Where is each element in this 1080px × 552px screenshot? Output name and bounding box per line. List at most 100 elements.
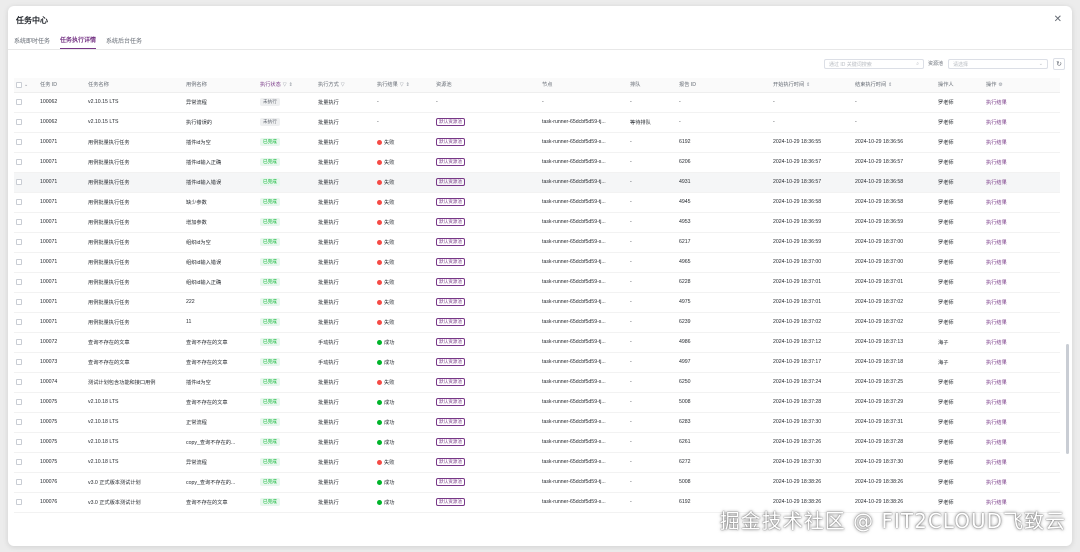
table-row[interactable]: 100071 用例批量执行任务 组织id为空 已完成 批量执行 失败 默认资源池 task-r… [14, 232, 1060, 253]
column-header-7: 节点 [540, 78, 628, 93]
table-row[interactable]: 100071 用例批量执行任务 222 已完成 批量执行 失败 默认资源池 task-runn… [14, 292, 1060, 313]
row-checkbox[interactable] [16, 478, 22, 485]
cell-text: v2.10.18 LTS [88, 459, 119, 465]
view-result-link[interactable]: 执行结果 [986, 440, 1007, 446]
cell-text: 2024-10-29 18:37:18 [855, 359, 904, 365]
tab-0[interactable]: 系统即时任务 [14, 36, 50, 49]
row-checkbox[interactable] [16, 298, 22, 305]
cell-text: 批量执行 [318, 99, 339, 106]
table-row[interactable]: 100062 v2.10.15 LTS 异常流程 未执行 批量执行 - - - - - - - 罗老师 执… [14, 92, 1060, 113]
view-result-link[interactable]: 执行结果 [986, 120, 1007, 126]
table-row[interactable]: 100062 v2.10.15 LTS 执行错误的 未执行 批量执行 - 默认资源池 task… [14, 112, 1060, 133]
row-checkbox[interactable] [16, 138, 22, 145]
table-row[interactable]: 100071 用例批量执行任务 组织id输入错误 已完成 批量执行 失败 默认资源池 task… [14, 252, 1060, 273]
row-checkbox[interactable] [16, 178, 22, 185]
table-row[interactable]: 100075 v2.10.18 LTS 正常流程 已完成 批量执行 成功 默认资源池 task… [14, 412, 1060, 433]
table-row[interactable]: 100071 用例批量执行任务 插件id输入正确 已完成 批量执行 失败 默认资源池 task… [14, 152, 1060, 173]
sort-icon[interactable]: ⇕ [888, 82, 892, 88]
row-select-cell [14, 492, 38, 513]
row-checkbox[interactable] [16, 218, 22, 225]
table-row[interactable]: 100075 v2.10.18 LTS copy_查询不存在的... 已完成 批量执行 成… [14, 432, 1060, 453]
filter-icon[interactable]: ▽ [400, 82, 404, 88]
search-input[interactable]: 通过 ID 关键词搜索 ⌕ [824, 59, 924, 69]
table-row[interactable]: 100071 用例批量执行任务 11 已完成 批量执行 失败 默认资源池 task-runne… [14, 312, 1060, 333]
table-cell: 批量执行 [316, 92, 375, 113]
view-result-link[interactable]: 执行结果 [986, 380, 1007, 386]
view-result-link[interactable]: 执行结果 [986, 160, 1007, 166]
table-row[interactable]: 100071 用例批量执行任务 增加参数 已完成 批量执行 失败 默认资源池 task-run… [14, 212, 1060, 233]
filter-icon[interactable]: ▽ [341, 82, 345, 88]
table-row[interactable]: 100071 用例批量执行任务 缺少参数 已完成 批量执行 失败 默认资源池 task-run… [14, 192, 1060, 213]
tab-2[interactable]: 系统后台任务 [106, 36, 142, 49]
chevron-down-icon[interactable]: ⌄ [24, 82, 28, 88]
filter-icon[interactable]: ▽ [283, 82, 287, 88]
table-cell: 执行结果 [984, 272, 1060, 293]
view-result-link[interactable]: 执行结果 [986, 140, 1007, 146]
row-checkbox[interactable] [16, 398, 22, 405]
table-row[interactable]: 100074 测试计划包含功能和接口用例 插件id为空 已完成 批量执行 失败 默认资源池 t… [14, 372, 1060, 393]
table-row[interactable]: 100071 用例批量执行任务 插件id为空 已完成 批量执行 失败 默认资源池 task-r… [14, 132, 1060, 153]
view-result-link[interactable]: 执行结果 [986, 100, 1007, 106]
table-row[interactable]: 100075 v2.10.18 LTS 查询不存在的文章 已完成 批量执行 成功 默认资源池… [14, 392, 1060, 413]
sort-icon[interactable]: ⇕ [806, 82, 810, 88]
table-row[interactable]: 100076 v3.0 正式版本测试计划 copy_查询不存在的... 已完成 批量执行… [14, 472, 1060, 493]
table-cell: 组织id输入正确 [184, 272, 258, 293]
view-result-link[interactable]: 执行结果 [986, 280, 1007, 286]
scrollbar[interactable] [1066, 344, 1069, 454]
view-result-link[interactable]: 执行结果 [986, 240, 1007, 246]
row-checkbox[interactable] [16, 358, 22, 365]
table-header: ⌄ 任务 ID 任务名称 用例名称 执行状态 ▽ ⇕ 执行方式 ▽ 执行结果 ▽ ⇕ 资源池 节点 排队 报告… [14, 78, 1060, 93]
view-result-link[interactable]: 执行结果 [986, 420, 1007, 426]
table-row[interactable]: 100071 用例批量执行任务 组织id输入正确 已完成 批量执行 失败 默认资源池 task… [14, 272, 1060, 293]
pool-placeholder: 请选择 [953, 61, 969, 68]
table-row[interactable]: 100073 查询不存在的文章 查询不存在的文章 已完成 手动执行 成功 默认资源池 task… [14, 352, 1060, 373]
row-checkbox[interactable] [16, 318, 22, 325]
view-result-link[interactable]: 执行结果 [986, 260, 1007, 266]
view-result-link[interactable]: 执行结果 [986, 180, 1007, 186]
column-header-label: 任务 ID [40, 82, 58, 89]
row-checkbox[interactable] [16, 418, 22, 425]
row-checkbox[interactable] [16, 338, 22, 345]
table-row[interactable]: 100071 用例批量执行任务 插件id输入错误 已完成 批量执行 失败 默认资源池 task… [14, 172, 1060, 193]
table-row[interactable]: 100075 v2.10.18 LTS 异常流程 已完成 批量执行 失败 默认资源池 task… [14, 452, 1060, 473]
view-result-link[interactable]: 执行结果 [986, 220, 1007, 226]
tab-bar: 系统即时任务 任务执行详情 系统后台任务 [8, 34, 1072, 50]
sort-icon[interactable]: ⇕ [289, 82, 293, 88]
view-result-link[interactable]: 执行结果 [986, 340, 1007, 346]
sort-icon[interactable]: ⇕ [406, 82, 410, 88]
table-cell: 用例批量执行任务 [86, 212, 184, 233]
cell-text: 2024-10-29 18:38:26 [773, 479, 822, 485]
row-checkbox[interactable] [16, 278, 22, 285]
column-header-4: 执行方式 ▽ [316, 78, 375, 93]
cell-text: - [630, 259, 632, 265]
view-result-link[interactable]: 执行结果 [986, 480, 1007, 486]
view-result-link[interactable]: 执行结果 [986, 360, 1007, 366]
row-checkbox[interactable] [16, 438, 22, 445]
cell-text: 2024-10-29 18:37:17 [773, 359, 822, 365]
gear-icon[interactable]: ⚙ [998, 82, 1002, 88]
row-checkbox[interactable] [16, 158, 22, 165]
row-checkbox[interactable] [16, 198, 22, 205]
row-checkbox[interactable] [16, 238, 22, 245]
row-checkbox[interactable] [16, 378, 22, 385]
tab-1[interactable]: 任务执行详情 [60, 35, 97, 49]
row-checkbox[interactable] [16, 98, 22, 105]
select-all-checkbox[interactable] [16, 81, 22, 88]
row-checkbox[interactable] [16, 118, 22, 125]
table-row[interactable]: 100072 查询不存在的文章 查询不存在的文章 已完成 手动执行 成功 默认资源池 task… [14, 332, 1060, 353]
refresh-button[interactable]: ↻ [1053, 58, 1065, 70]
row-checkbox[interactable] [16, 458, 22, 465]
table-cell: 查询不存在的文章 [184, 352, 258, 373]
column-header-12: 操作人 [936, 78, 984, 93]
view-result-link[interactable]: 执行结果 [986, 200, 1007, 206]
row-checkbox[interactable] [16, 498, 22, 505]
table-cell: 查询不存在的文章 [86, 332, 184, 353]
row-checkbox[interactable] [16, 258, 22, 265]
view-result-link[interactable]: 执行结果 [986, 460, 1007, 466]
pool-select[interactable]: 请选择 ⌄ [948, 59, 1048, 69]
close-icon[interactable]: ✕ [1054, 15, 1062, 25]
view-result-link[interactable]: 执行结果 [986, 300, 1007, 306]
view-result-link[interactable]: 执行结果 [986, 400, 1007, 406]
column-header-label: 资源池 [436, 82, 452, 89]
view-result-link[interactable]: 执行结果 [986, 320, 1007, 326]
